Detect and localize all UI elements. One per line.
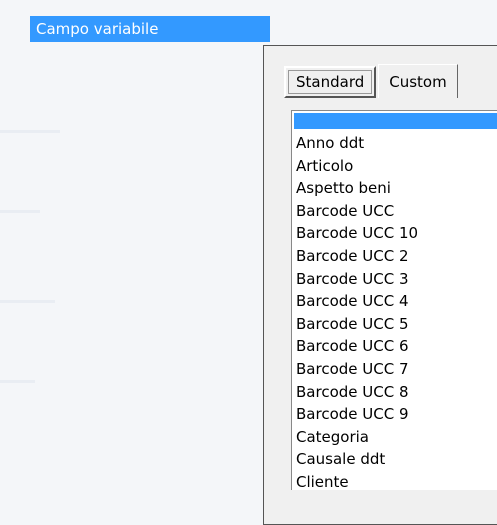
list-item[interactable]: Aspetto beni	[292, 177, 497, 200]
list-item[interactable]: Cliente	[292, 471, 497, 494]
list-item[interactable]: Barcode UCC 6	[292, 335, 497, 358]
list-item[interactable]: Barcode UCC 3	[292, 268, 497, 291]
list-item[interactable]: Barcode UCC 2	[292, 245, 497, 268]
tab-custom[interactable]: Custom	[378, 64, 458, 98]
list-item-selected[interactable]	[294, 113, 497, 129]
tab-standard[interactable]: Standard	[284, 66, 377, 98]
list-item[interactable]: Barcode UCC 4	[292, 290, 497, 313]
list-item[interactable]: Causale ddt	[292, 448, 497, 471]
list-item[interactable]: Articolo	[292, 155, 497, 178]
field-picker-dropdown: Standard Custom Anno ddt Articolo Aspett…	[263, 45, 497, 525]
list-item[interactable]: Barcode UCC 8	[292, 381, 497, 404]
tab-bar: Standard Custom	[284, 64, 458, 100]
list-item[interactable]: Barcode UCC 5	[292, 313, 497, 336]
list-item[interactable]: Categoria	[292, 426, 497, 449]
field-list[interactable]: Anno ddt Articolo Aspetto beni Barcode U…	[291, 110, 497, 491]
list-item[interactable]: Barcode UCC	[292, 200, 497, 223]
list-item[interactable]: Barcode UCC 9	[292, 403, 497, 426]
list-item[interactable]: Barcode UCC 10	[292, 222, 497, 245]
variable-field-label[interactable]: Campo variabile	[30, 16, 270, 42]
list-item[interactable]: Anno ddt	[292, 132, 497, 155]
list-item[interactable]: Barcode UCC 7	[292, 358, 497, 381]
